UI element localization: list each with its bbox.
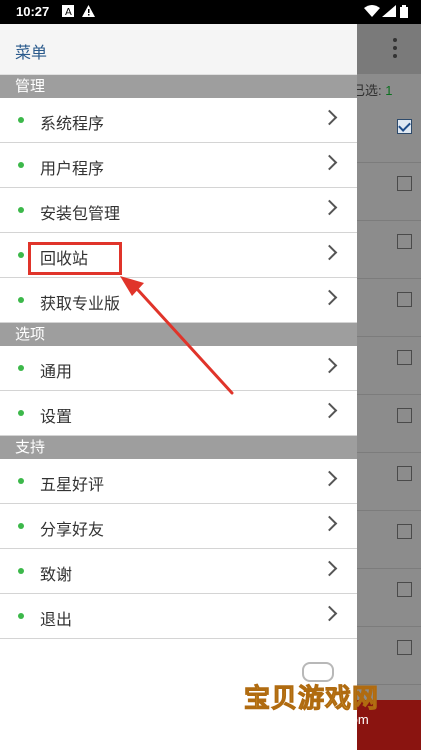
annotation-arrow: [120, 276, 234, 395]
site-watermark: 宝贝游戏网 baobeiy.com: [243, 656, 394, 746]
watermark-text: 宝贝游戏网: [243, 684, 380, 715]
watermark-url: baobeiy.com: [296, 712, 369, 727]
